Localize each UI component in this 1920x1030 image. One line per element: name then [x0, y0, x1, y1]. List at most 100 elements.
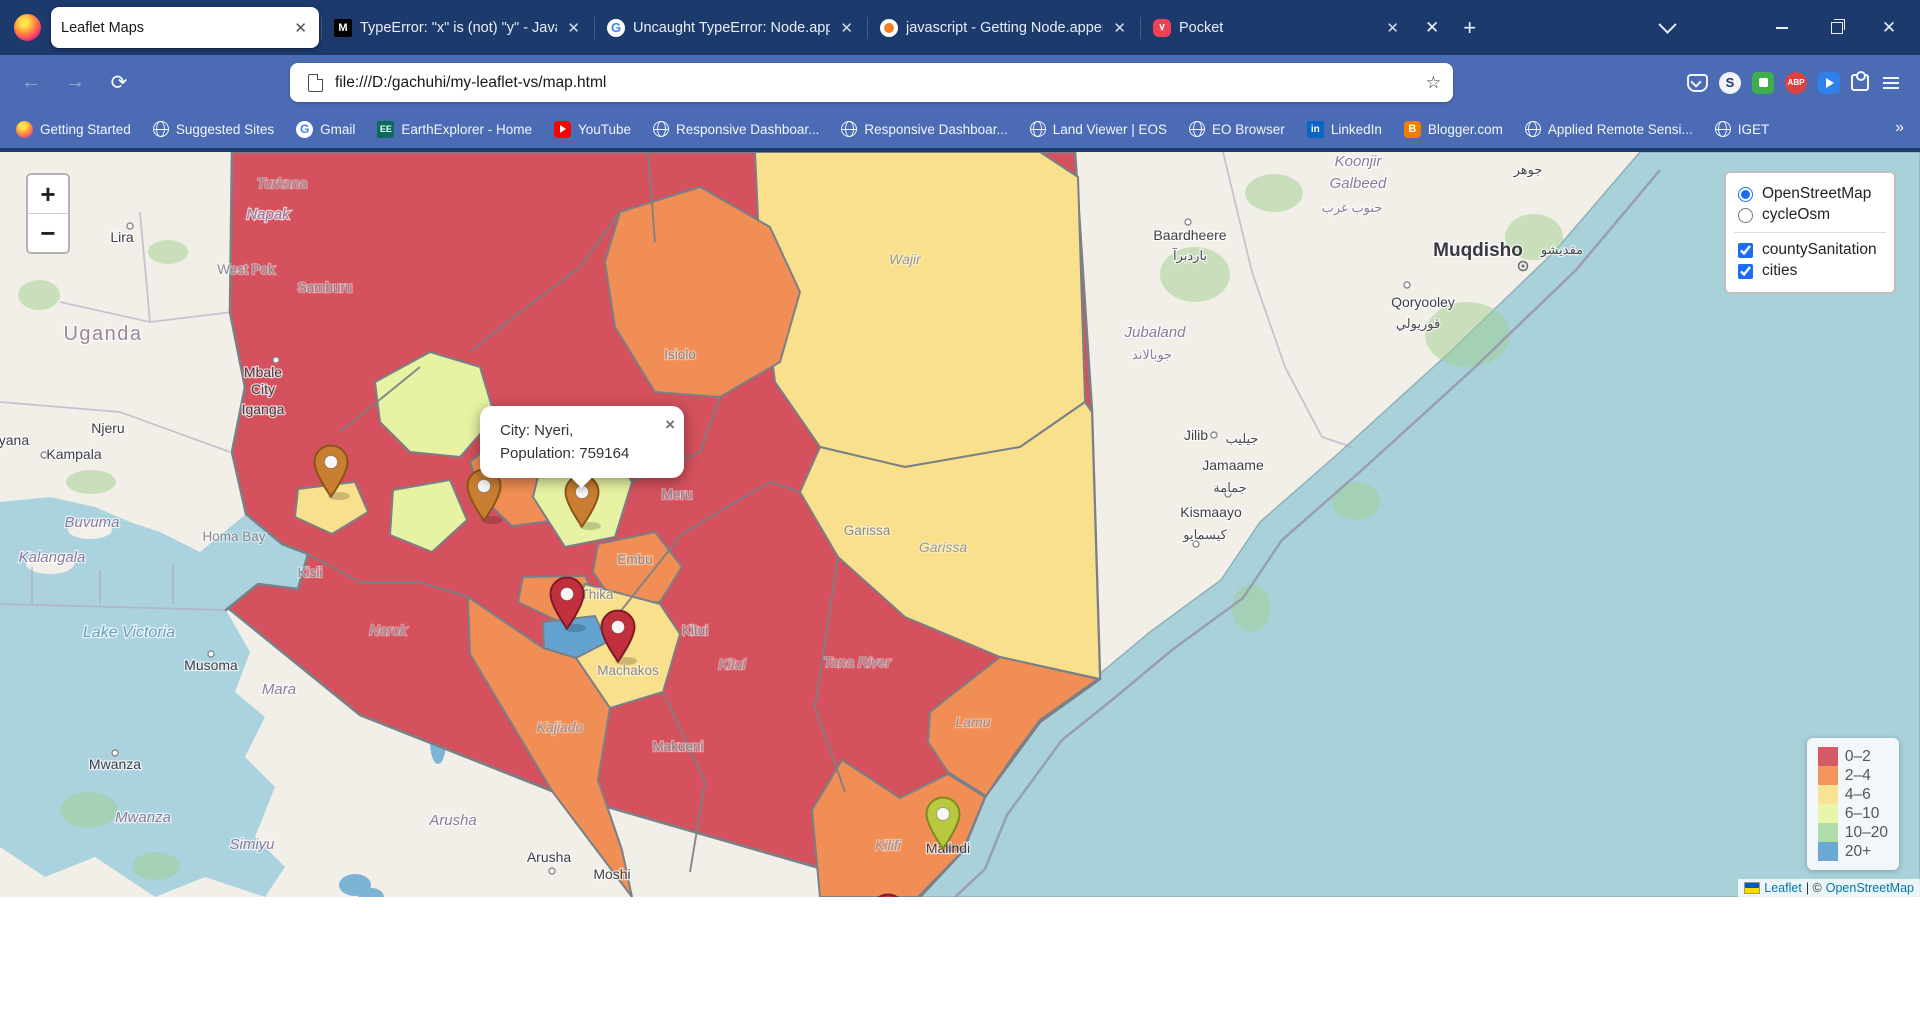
- close-window-button[interactable]: ✕: [1866, 0, 1912, 55]
- map-label: Kajiado: [537, 719, 584, 735]
- map-canvas[interactable]: NapakLiraUgandaMbaleCityIgangaNjeruKampa…: [0, 152, 1920, 897]
- tab-close-icon[interactable]: ✕: [1111, 19, 1128, 37]
- map-label: Narok: [369, 622, 407, 638]
- legend-row: 0–2: [1818, 747, 1888, 766]
- tab-typeerror-x-is-not-y-jav[interactable]: MTypeError: "x" is (not) "y" - Java✕: [324, 7, 592, 48]
- map-label: قوريولي: [1396, 316, 1440, 332]
- blogger-icon: B: [1404, 121, 1421, 138]
- bookmark-responsive-dashboar-[interactable]: Responsive Dashboar...: [653, 121, 819, 137]
- bookmark-getting-started[interactable]: Getting Started: [16, 121, 131, 138]
- url-bar[interactable]: file:///D:/gachuhi/my-leaflet-vs/map.htm…: [290, 63, 1453, 102]
- tab-title: Leaflet Maps: [61, 20, 284, 36]
- tab-uncaught-typeerror-node-[interactable]: GUncaught TypeError: Node.appe✕: [597, 7, 865, 48]
- blue-extension-icon[interactable]: [1818, 72, 1840, 94]
- forward-button[interactable]: →: [58, 55, 92, 110]
- base-layer-openstreetmap[interactable]: OpenStreetMap: [1738, 185, 1882, 203]
- page-icon: [308, 74, 323, 92]
- map-label: Kilifi: [875, 837, 902, 853]
- menu-hamburger-icon[interactable]: [1880, 72, 1902, 94]
- close-last-tab-icon[interactable]: ✕: [1425, 18, 1439, 38]
- bookmark-label: YouTube: [578, 122, 631, 137]
- layer-control: OpenStreetMap cycleOsm countySanitation ci…: [1724, 171, 1896, 294]
- bookmark-label: LinkedIn: [1331, 122, 1382, 137]
- tab-close-icon[interactable]: ✕: [292, 19, 309, 37]
- tab-title: Pocket: [1179, 20, 1376, 36]
- bookmark-youtube[interactable]: YouTube: [554, 121, 631, 138]
- tab-close-icon[interactable]: ✕: [838, 19, 855, 37]
- bookmark-blogger-com[interactable]: BBlogger.com: [1404, 121, 1503, 138]
- firefox-logo-icon[interactable]: [14, 14, 41, 41]
- url-text[interactable]: file:///D:/gachuhi/my-leaflet-vs/map.htm…: [335, 74, 1426, 92]
- map-label: Jamaame: [1202, 457, 1264, 473]
- green-extension-icon[interactable]: [1752, 72, 1774, 94]
- map-label: Isiolo: [664, 347, 696, 362]
- bookmark-star-icon[interactable]: ☆: [1426, 73, 1441, 93]
- leaflet-map[interactable]: NapakLiraUgandaMbaleCityIgangaNjeruKampa…: [0, 148, 1920, 897]
- marker-hole: [325, 456, 338, 469]
- map-label: Kismaayo: [1180, 504, 1242, 520]
- tab-pocket[interactable]: ∨Pocket✕: [1143, 7, 1411, 48]
- overlay-cities[interactable]: cities: [1738, 262, 1882, 280]
- popup-close-button[interactable]: ×: [665, 412, 675, 438]
- navigation-toolbar: ← → ⟳ file:///D:/gachuhi/my-leaflet-vs/m…: [0, 55, 1920, 110]
- map-label: Mara: [262, 681, 296, 698]
- reload-button[interactable]: ⟳: [102, 55, 136, 110]
- leaflet-attribution-link[interactable]: Leaflet: [1764, 881, 1802, 895]
- adblock-plus-icon[interactable]: ABP: [1785, 72, 1807, 94]
- scribd-icon[interactable]: S: [1719, 72, 1741, 94]
- tab-close-icon[interactable]: ✕: [1384, 19, 1401, 37]
- legend-label: 6–10: [1845, 804, 1879, 823]
- toolbar-extension-icons: S ABP: [1687, 55, 1920, 110]
- forest-patch: [18, 280, 60, 310]
- overlay-checkbox[interactable]: [1738, 264, 1753, 279]
- minimize-button[interactable]: [1759, 0, 1805, 55]
- county-wajir[interactable]: [755, 152, 1085, 467]
- overlay-countysanitation[interactable]: countySanitation: [1738, 241, 1882, 259]
- map-label: Simiyu: [229, 836, 275, 853]
- bookmark-earthexplorer-home[interactable]: EEEarthExplorer - Home: [377, 121, 532, 138]
- legend-swatch: [1818, 804, 1838, 823]
- bookmark-responsive-dashboar-[interactable]: Responsive Dashboar...: [841, 121, 1007, 137]
- map-label: Embu: [617, 552, 652, 567]
- list-all-tabs-button[interactable]: [1644, 0, 1690, 55]
- legend-label: 0–2: [1845, 747, 1871, 766]
- forest-patch: [60, 792, 118, 828]
- globe-icon: [1715, 121, 1731, 137]
- map-label: Mbale: [244, 364, 282, 380]
- map-label: Kisii: [298, 565, 323, 580]
- tab-close-icon[interactable]: ✕: [565, 19, 582, 37]
- bookmark-suggested-sites[interactable]: Suggested Sites: [153, 121, 274, 137]
- forest-patch: [1232, 584, 1270, 632]
- legend-label: 20+: [1845, 842, 1871, 861]
- back-button[interactable]: ←: [14, 55, 48, 110]
- base-layer-label: cycleOsm: [1762, 206, 1830, 224]
- bookmark-land-viewer-eos[interactable]: Land Viewer | EOS: [1030, 121, 1167, 137]
- bookmark-eo-browser[interactable]: EO Browser: [1189, 121, 1285, 137]
- bookmark-applied-remote-sensi-[interactable]: Applied Remote Sensi...: [1525, 121, 1693, 137]
- bookmarks-overflow-chevron[interactable]: »: [1895, 119, 1904, 137]
- google-favicon-icon: G: [607, 19, 625, 37]
- forest-patch: [132, 852, 180, 880]
- base-layer-cycleosm[interactable]: cycleOsm: [1738, 206, 1882, 224]
- map-label: Galbeed: [1330, 175, 1387, 192]
- base-layer-radio[interactable]: [1738, 208, 1753, 223]
- overlay-checkbox[interactable]: [1738, 243, 1753, 258]
- extensions-puzzle-icon[interactable]: [1851, 74, 1869, 91]
- globe-icon: [153, 121, 169, 137]
- nyeri-popup: City: Nyeri, Population: 759164 ×: [480, 406, 684, 478]
- bookmark-gmail[interactable]: GGmail: [296, 121, 355, 138]
- zoom-out-button[interactable]: −: [28, 213, 68, 252]
- tab-leaflet-maps[interactable]: Leaflet Maps ✕: [51, 7, 319, 48]
- pocket-save-icon[interactable]: [1687, 74, 1708, 92]
- osm-attribution-link[interactable]: OpenStreetMap: [1826, 881, 1914, 895]
- bookmark-iget[interactable]: IGET: [1715, 121, 1770, 137]
- restore-button[interactable]: [1814, 0, 1860, 55]
- bookmark-label: Applied Remote Sensi...: [1548, 122, 1693, 137]
- tab-javascript-getting-node-[interactable]: javascript - Getting Node.appen✕: [870, 7, 1138, 48]
- bookmark-linkedin[interactable]: inLinkedIn: [1307, 121, 1382, 138]
- legend-swatch: [1818, 785, 1838, 804]
- zoom-in-button[interactable]: +: [28, 175, 68, 213]
- map-label: Thika: [580, 587, 614, 602]
- new-tab-button[interactable]: +: [1463, 15, 1476, 41]
- base-layer-radio[interactable]: [1738, 187, 1753, 202]
